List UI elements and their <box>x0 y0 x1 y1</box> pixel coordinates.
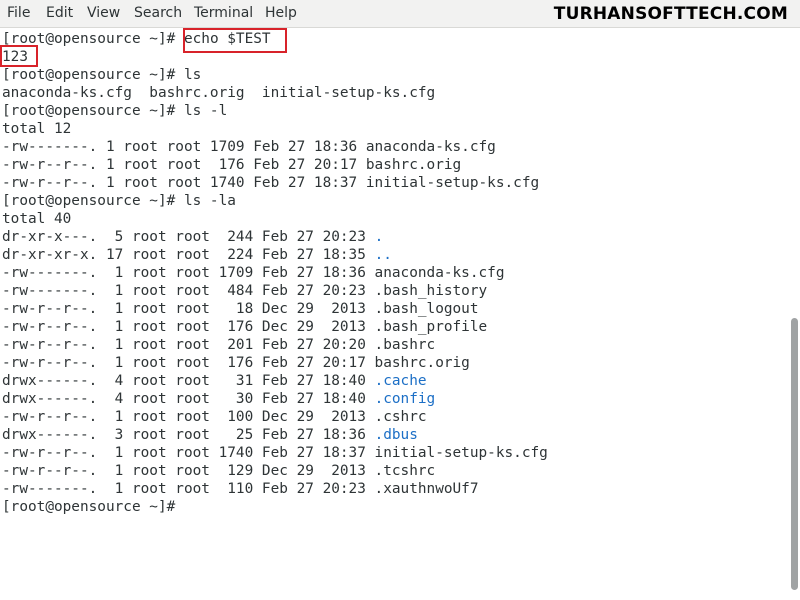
terminal-text: drwx------. 3 root root 25 Feb 27 18:36 <box>2 427 375 443</box>
menu-terminal[interactable]: Terminal <box>194 5 253 21</box>
directory-name: .cache <box>374 373 427 389</box>
terminal-line: -rw-------. 1 root root 484 Feb 27 20:23… <box>2 282 487 300</box>
menu-edit[interactable]: Edit <box>46 5 73 21</box>
terminal-line: dr-xr-xr-x. 17 root root 224 Feb 27 18:3… <box>2 246 392 264</box>
terminal-line: dr-xr-x---. 5 root root 244 Feb 27 20:23… <box>2 228 383 246</box>
highlight-echo-output <box>0 45 38 67</box>
terminal-line: -rw-r--r--. 1 root root 176 Dec 29 2013 … <box>2 318 487 336</box>
terminal-line: -rw-------. 1 root root 110 Feb 27 20:23… <box>2 480 479 498</box>
terminal-text: -rw-------. 1 root root 110 Feb 27 20:23… <box>2 481 479 497</box>
terminal-line: -rw-r--r--. 1 root root 176 Feb 27 20:17… <box>2 354 470 372</box>
terminal-line: -rw-r--r--. 1 root root 201 Feb 27 20:20… <box>2 336 435 354</box>
terminal-text: [root@opensource ~]# ls -l <box>2 103 228 119</box>
terminal-text: dr-xr-xr-x. 17 root root 224 Feb 27 18:3… <box>2 247 375 263</box>
scrollbar-thumb[interactable] <box>791 318 798 590</box>
terminal-line: -rw-r--r--. 1 root root 176 Feb 27 20:17… <box>2 156 461 174</box>
terminal-text: -rw-r--r--. 1 root root 18 Dec 29 2013 .… <box>2 301 479 317</box>
terminal-text: [root@opensource ~]# ls -la <box>2 193 236 209</box>
terminal-text: drwx------. 4 root root 31 Feb 27 18:40 <box>2 373 375 389</box>
menu-help[interactable]: Help <box>265 5 297 21</box>
terminal-text: -rw-r--r--. 1 root root 176 Feb 27 20:17… <box>2 355 470 371</box>
terminal-text: [root@opensource ~]# ls <box>2 67 202 83</box>
terminal-line: -rw-r--r--. 1 root root 1740 Feb 27 18:3… <box>2 444 548 462</box>
terminal-line: -rw-------. 1 root root 1709 Feb 27 18:3… <box>2 264 505 282</box>
terminal-text: dr-xr-x---. 5 root root 244 Feb 27 20:23 <box>2 229 375 245</box>
directory-name: .. <box>374 247 392 263</box>
terminal-text: -rw-r--r--. 1 root root 100 Dec 29 2013 … <box>2 409 427 425</box>
terminal-text: total 12 <box>2 121 72 137</box>
terminal-text: -rw-r--r--. 1 root root 1740 Feb 27 18:3… <box>2 445 548 461</box>
menu-bar: File Edit View Search Terminal Help TURH… <box>0 0 800 28</box>
terminal-line: -rw-r--r--. 1 root root 129 Dec 29 2013 … <box>2 462 435 480</box>
terminal-line: [root@opensource ~]# ls <box>2 66 201 84</box>
terminal-line: -rw-r--r--. 1 root root 18 Dec 29 2013 .… <box>2 300 479 318</box>
terminal-text: -rw-------. 1 root root 1709 Feb 27 18:3… <box>2 139 496 155</box>
terminal-line: -rw-r--r--. 1 root root 1740 Feb 27 18:3… <box>2 174 539 192</box>
directory-name: .dbus <box>374 427 418 443</box>
terminal-text: -rw-------. 1 root root 484 Feb 27 20:23… <box>2 283 488 299</box>
directory-name: . <box>374 229 384 245</box>
terminal-line: -rw-r--r--. 1 root root 100 Dec 29 2013 … <box>2 408 427 426</box>
menu-file[interactable]: File <box>7 5 30 21</box>
terminal-text: [root@opensource ~]# <box>2 499 184 515</box>
terminal-output[interactable]: [root@opensource ~]# echo $TEST 123 [root@… <box>0 28 788 600</box>
terminal-line: anaconda-ks.cfg bashrc.orig initial-setu… <box>2 84 435 102</box>
terminal-line: [root@opensource ~]# ls -la <box>2 192 236 210</box>
terminal-line: -rw-------. 1 root root 1709 Feb 27 18:3… <box>2 138 496 156</box>
terminal-text: -rw-r--r--. 1 root root 129 Dec 29 2013 … <box>2 463 436 479</box>
terminal-text: total 40 <box>2 211 72 227</box>
terminal-text: -rw-------. 1 root root 1709 Feb 27 18:3… <box>2 265 505 281</box>
terminal-text: anaconda-ks.cfg bashrc.orig initial-setu… <box>2 85 436 101</box>
terminal-scrollbar[interactable] <box>788 28 800 600</box>
terminal-line: total 40 <box>2 210 71 228</box>
terminal-line: [root@opensource ~]# <box>2 498 184 516</box>
terminal-text: -rw-r--r--. 1 root root 1740 Feb 27 18:3… <box>2 175 540 191</box>
menu-view[interactable]: View <box>87 5 120 21</box>
site-watermark: TURHANSOFTTECH.COM <box>553 4 788 24</box>
terminal-line: drwx------. 4 root root 30 Feb 27 18:40 … <box>2 390 435 408</box>
terminal-line: total 12 <box>2 120 71 138</box>
menu-search[interactable]: Search <box>134 5 182 21</box>
terminal-line: drwx------. 4 root root 31 Feb 27 18:40 … <box>2 372 427 390</box>
terminal-text: -rw-r--r--. 1 root root 201 Feb 27 20:20… <box>2 337 436 353</box>
terminal-text: -rw-r--r--. 1 root root 176 Dec 29 2013 … <box>2 319 488 335</box>
terminal-line: [root@opensource ~]# ls -l <box>2 102 227 120</box>
terminal-text: -rw-r--r--. 1 root root 176 Feb 27 20:17… <box>2 157 462 173</box>
terminal-text: drwx------. 4 root root 30 Feb 27 18:40 <box>2 391 375 407</box>
terminal-line: drwx------. 3 root root 25 Feb 27 18:36 … <box>2 426 418 444</box>
highlight-echo-command <box>183 28 287 53</box>
directory-name: .config <box>374 391 436 407</box>
